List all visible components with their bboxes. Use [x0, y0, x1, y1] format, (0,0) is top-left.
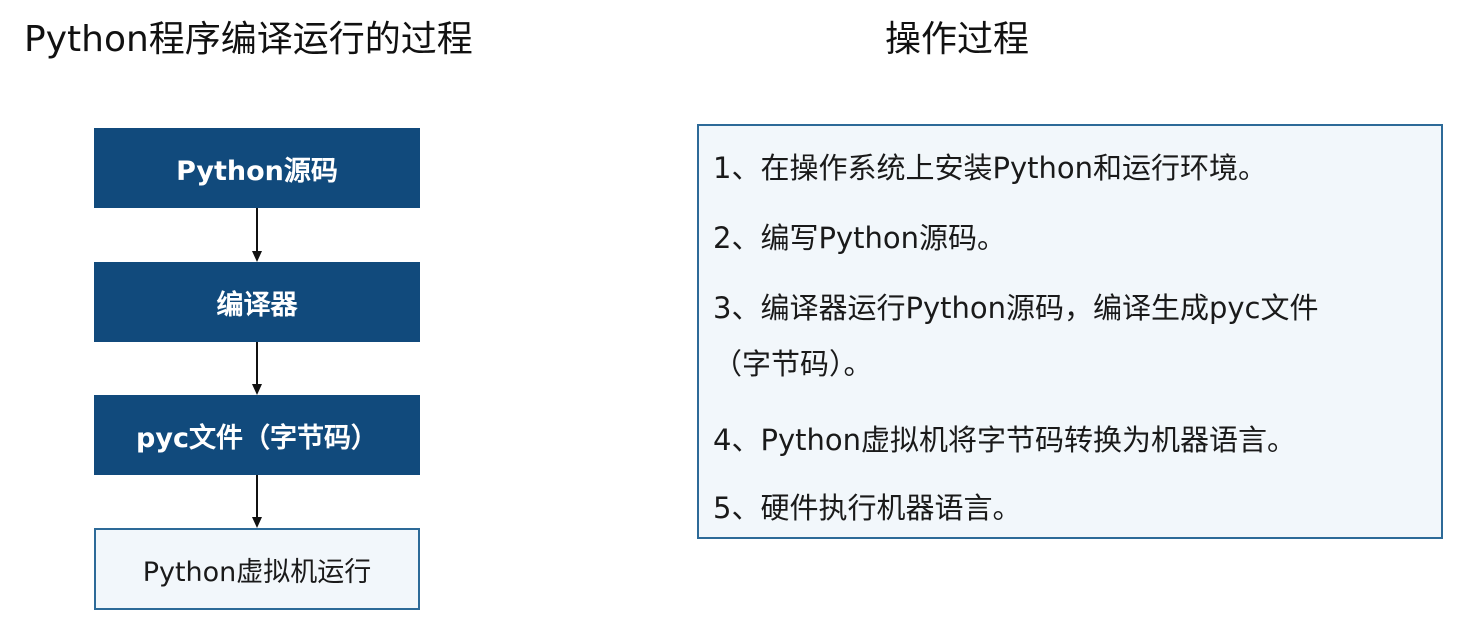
- step-1: 1、在操作系统上安装Python和运行环境。: [713, 151, 1267, 185]
- step-5: 5、硬件执行机器语言。: [713, 491, 1022, 525]
- flow-arrow-1: [251, 208, 263, 262]
- flow-title: Python程序编译运行的过程: [24, 19, 473, 60]
- step-3-line-2: （字节码）。: [713, 347, 873, 381]
- flow-box-python-vm: Python虚拟机运行: [94, 528, 420, 610]
- steps-panel: 1、在操作系统上安装Python和运行环境。 2、编写Python源码。 3、编…: [697, 124, 1443, 539]
- step-3-line-1: 3、编译器运行Python源码，编译生成pyc文件: [713, 291, 1319, 325]
- flow-arrow-2: [251, 342, 263, 395]
- flow-arrow-3: [251, 475, 263, 528]
- steps-title: 操作过程: [885, 19, 1030, 60]
- step-4: 4、Python虚拟机将字节码转换为机器语言。: [713, 423, 1296, 457]
- flow-box-source-code: Python源码: [94, 128, 420, 208]
- flow-box-pyc-file: pyc文件（字节码）: [94, 395, 420, 475]
- flow-box-compiler: 编译器: [94, 262, 420, 342]
- step-2: 2、编写Python源码。: [713, 221, 1006, 255]
